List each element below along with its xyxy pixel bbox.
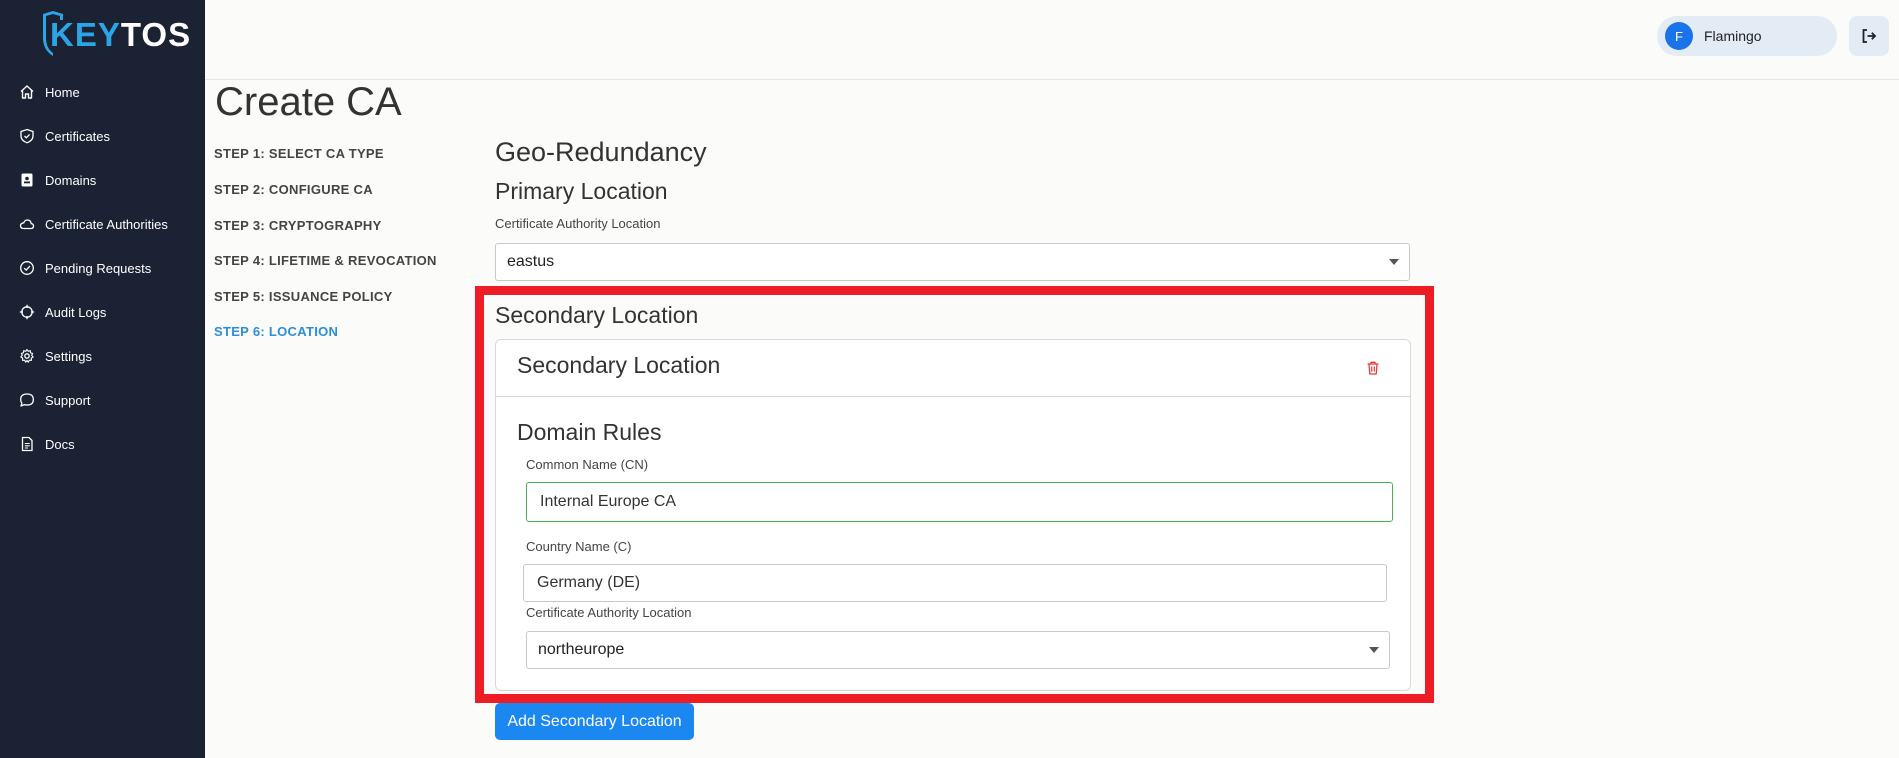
secondary-location-heading: Secondary Location [495,302,699,328]
secondary-location-value: northeurope [538,641,625,658]
crosshair-icon [19,304,35,320]
sidebar-item-label: Support [45,392,91,408]
sidebar-item-home[interactable]: Home [0,74,205,110]
primary-location-label: Certificate Authority Location [495,216,661,231]
primary-location-heading: Primary Location [495,178,668,204]
domain-rules-heading: Domain Rules [517,419,662,445]
common-name-label: Common Name (CN) [526,457,649,472]
user-name: Flamingo [1704,28,1762,44]
sidebar-item-certificates[interactable]: Certificates [0,118,205,154]
step-issuance-policy[interactable]: STEP 5: ISSUANCE POLICY [214,289,393,304]
home-icon [19,84,35,100]
sidebar-item-label: Home [45,84,80,100]
sidebar-item-certificate-authorities[interactable]: Certificate Authorities [0,206,205,242]
avatar: F [1665,22,1693,50]
step-location[interactable]: STEP 6: LOCATION [214,324,338,339]
sidebar-item-pending-requests[interactable]: Pending Requests [0,250,205,286]
add-secondary-location-button[interactable]: Add Secondary Location [495,703,694,740]
sidebar-item-label: Domains [45,172,97,188]
document-icon [19,436,35,452]
primary-location-value: eastus [507,253,555,270]
sidebar-item-audit-logs[interactable]: Audit Logs [0,294,205,330]
secondary-location-label: Certificate Authority Location [526,605,692,620]
check-circle-icon [19,260,35,276]
step-select-ca-type[interactable]: STEP 1: SELECT CA TYPE [214,146,384,161]
step-cryptography[interactable]: STEP 3: CRYPTOGRAPHY [214,218,382,233]
chevron-down-icon [1369,647,1379,653]
sidebar-item-label: Audit Logs [45,304,107,320]
country-name-input[interactable]: Germany (DE) [523,564,1387,602]
step-lifetime-revocation[interactable]: STEP 4: LIFETIME & REVOCATION [214,253,437,268]
keytos-logo[interactable]: KEYTOS [40,10,190,56]
cloud-icon [19,216,35,232]
top-bar [205,0,1899,80]
sidebar-item-label: Settings [45,348,92,364]
sidebar-item-label: Docs [45,436,75,452]
sidebar-item-label: Certificate Authorities [45,216,168,232]
primary-location-select[interactable]: eastus [495,243,1410,281]
chat-icon [19,392,35,408]
sidebar-item-domains[interactable]: Domains [0,162,205,198]
sidebar-item-settings[interactable]: Settings [0,338,205,374]
logo-wordmark: KEYTOS [50,16,192,53]
gear-icon [19,348,35,364]
shield-icon [19,128,35,144]
common-name-input[interactable]: Internal Europe CA [526,482,1393,522]
logout-icon [1862,29,1877,43]
sidebar-item-label: Pending Requests [45,260,152,276]
sidebar-item-docs[interactable]: Docs [0,426,205,462]
sidebar-item-support[interactable]: Support [0,382,205,418]
logout-button[interactable] [1849,16,1889,56]
page-title: Create CA [215,80,402,124]
trash-icon[interactable] [1365,360,1381,376]
secondary-location-select[interactable]: northeurope [526,631,1390,669]
card-header: Secondary Location [496,340,1410,397]
sidebar: KEYTOS Home Certificates Domains Certifi… [0,0,205,758]
country-name-label: Country Name (C) [526,539,632,554]
sidebar-item-label: Certificates [45,128,111,144]
geo-redundancy-heading: Geo-Redundancy [495,137,707,167]
id-card-icon [19,172,35,188]
user-menu[interactable]: F Flamingo [1657,16,1837,56]
step-configure-ca[interactable]: STEP 2: CONFIGURE CA [214,182,373,197]
card-title: Secondary Location [517,352,721,378]
chevron-down-icon [1389,259,1399,265]
